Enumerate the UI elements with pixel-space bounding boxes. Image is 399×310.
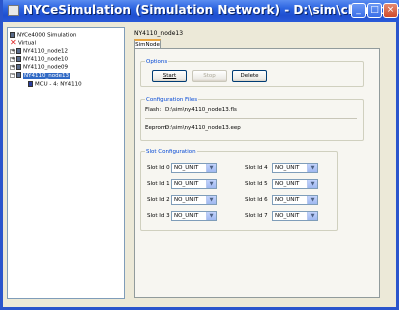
slot-id-7-label: Slot Id 7 bbox=[245, 213, 268, 219]
slot-id-6-label: Slot Id 6 bbox=[245, 197, 268, 203]
config-files-label: Configuration Files bbox=[145, 97, 199, 103]
device-icon bbox=[16, 64, 21, 70]
tree-item-root[interactable]: NYCe4000 Simulation bbox=[10, 32, 76, 39]
stop-button[interactable]: Stop bbox=[192, 70, 227, 82]
start-button[interactable]: Start bbox=[152, 70, 187, 82]
dropdown-arrow-icon: ▼ bbox=[206, 196, 216, 204]
device-icon bbox=[16, 72, 21, 78]
tree-item-node10[interactable]: + NY4110_node10 bbox=[10, 56, 68, 63]
slot-id-4-label: Slot Id 4 bbox=[245, 165, 268, 171]
delete-button[interactable]: Delete bbox=[232, 70, 267, 82]
expand-icon[interactable]: + bbox=[10, 56, 15, 62]
expand-icon[interactable]: + bbox=[10, 48, 15, 54]
device-icon bbox=[16, 48, 21, 54]
close-button[interactable]: × bbox=[383, 3, 398, 18]
tree-item-virtual[interactable]: ✕Virtual bbox=[10, 38, 36, 47]
dropdown-arrow-icon: ▼ bbox=[206, 164, 216, 172]
slot-config-label: Slot Configuration bbox=[145, 149, 197, 155]
chip-icon bbox=[28, 81, 33, 87]
minimize-button[interactable]: _ bbox=[351, 3, 366, 18]
x-icon: ✕ bbox=[10, 38, 17, 47]
tree-item-node13[interactable]: − NY4110_node13 bbox=[10, 72, 70, 79]
eeprom-path: D:\sim\ny4110_node13.eep bbox=[165, 125, 241, 131]
slot-id-3-label: Slot Id 3 bbox=[147, 213, 170, 219]
simnode-panel: Options Start Stop Delete Configuration … bbox=[134, 48, 380, 298]
slot-id-2-label: Slot Id 2 bbox=[147, 197, 170, 203]
slot-id-0-label: Slot Id 0 bbox=[147, 165, 170, 171]
window-title: NYCeSimulation (Simulation Network) - D:… bbox=[23, 3, 399, 17]
slot-id-4-select[interactable]: NO_UNIT ▼ bbox=[272, 163, 318, 173]
app-icon bbox=[8, 5, 19, 16]
slot-id-3-select[interactable]: NO_UNIT ▼ bbox=[171, 211, 217, 221]
tree-item-node12[interactable]: + NY4110_node12 bbox=[10, 48, 68, 55]
flash-label: Flash: bbox=[145, 107, 162, 113]
slot-id-5-label: Slot Id 5 bbox=[245, 181, 268, 187]
expand-icon[interactable]: + bbox=[10, 64, 15, 70]
node-tree[interactable]: NYCe4000 Simulation ✕Virtual + NY4110_nod… bbox=[7, 27, 125, 299]
node-name-label: NY4110_node13 bbox=[134, 30, 184, 37]
title-bar[interactable]: NYCeSimulation (Simulation Network) - D:… bbox=[3, 0, 399, 22]
tree-item-node09[interactable]: + NY4110_node09 bbox=[10, 64, 68, 71]
dropdown-arrow-icon: ▼ bbox=[307, 164, 317, 172]
tree-item-mcu[interactable]: MCU - 4: NY4110 bbox=[28, 81, 82, 88]
slot-id-1-select[interactable]: NO_UNIT ▼ bbox=[171, 179, 217, 189]
dropdown-arrow-icon: ▼ bbox=[307, 180, 317, 188]
slot-id-1-label: Slot Id 1 bbox=[147, 181, 170, 187]
slot-id-6-select[interactable]: NO_UNIT ▼ bbox=[272, 195, 318, 205]
config-files-group bbox=[140, 99, 364, 141]
slot-id-2-select[interactable]: NO_UNIT ▼ bbox=[171, 195, 217, 205]
slot-id-7-select[interactable]: NO_UNIT ▼ bbox=[272, 211, 318, 221]
divider bbox=[145, 118, 357, 119]
slot-id-0-select[interactable]: NO_UNIT ▼ bbox=[171, 163, 217, 173]
device-icon bbox=[16, 56, 21, 62]
slot-id-5-select[interactable]: NO_UNIT ▼ bbox=[272, 179, 318, 189]
flash-path: D:\sim\ny4110_node13.fls bbox=[165, 107, 237, 113]
collapse-icon[interactable]: − bbox=[10, 72, 15, 78]
dropdown-arrow-icon: ▼ bbox=[206, 212, 216, 220]
dropdown-arrow-icon: ▼ bbox=[307, 212, 317, 220]
options-group-label: Options bbox=[145, 59, 169, 65]
dropdown-arrow-icon: ▼ bbox=[206, 180, 216, 188]
app-window: NYCeSimulation (Simulation Network) - D:… bbox=[0, 0, 399, 310]
maximize-button[interactable]: □ bbox=[367, 3, 382, 18]
dropdown-arrow-icon: ▼ bbox=[307, 196, 317, 204]
